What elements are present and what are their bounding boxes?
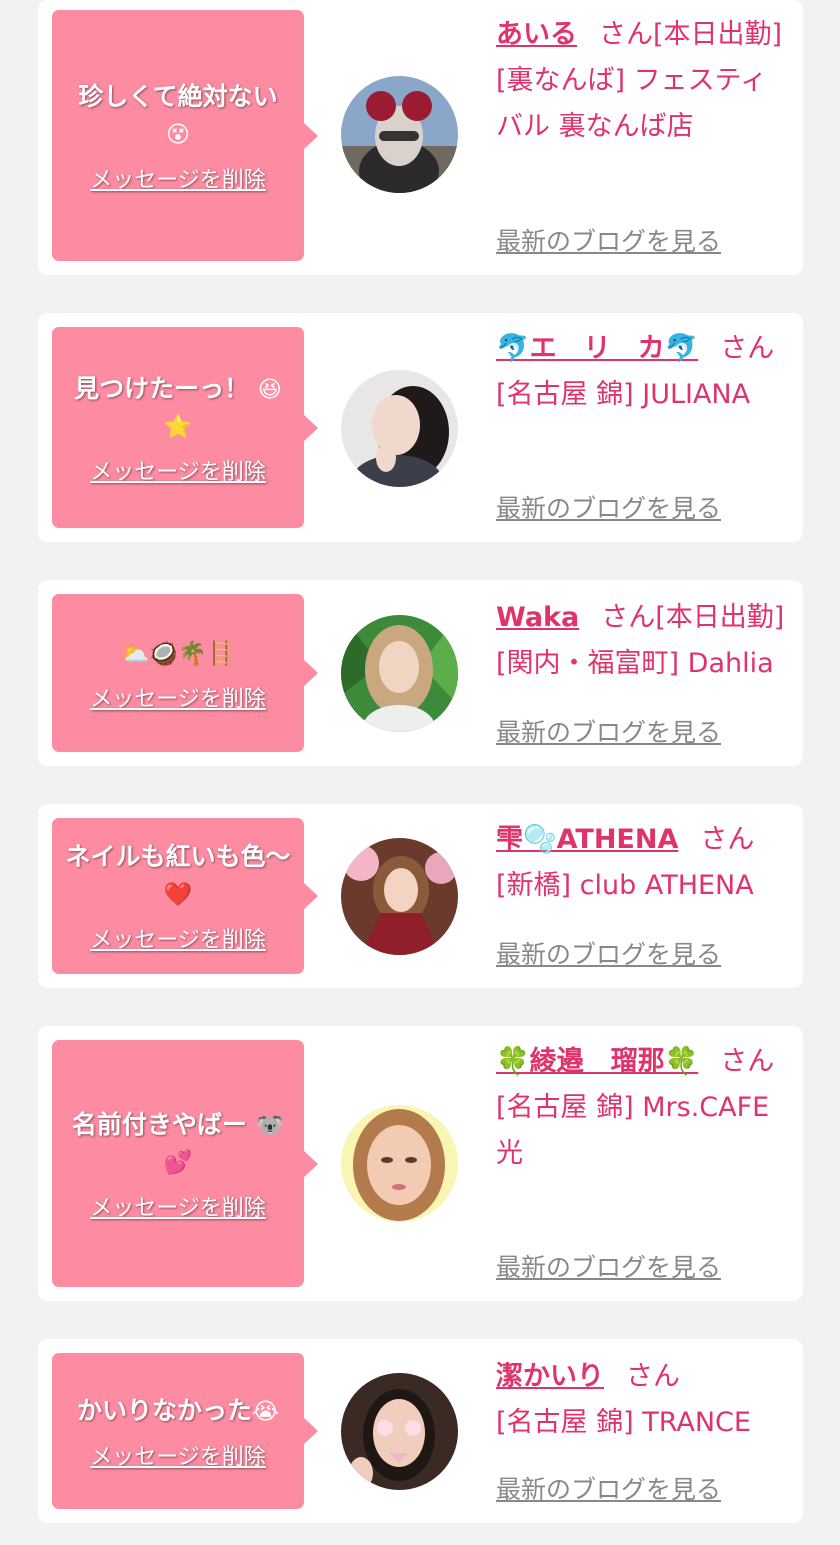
delete-message-link[interactable]: メッセージを削除 — [90, 922, 266, 954]
honorific: さん — [599, 19, 653, 50]
avatar[interactable] — [341, 1373, 458, 1490]
cast-name-link[interactable]: あいる — [496, 19, 577, 50]
cast-info: あいる さん[本日出勤] [裏なんば] フェスティバル 裏なんば店 — [496, 12, 791, 150]
message-text: ⛅🥥🌴🪜 — [121, 634, 236, 671]
store-info: [裏なんば] フェスティバル 裏なんば店 — [496, 65, 768, 142]
cast-info: 雫🫧ATHENA さん [新橋] club ATHENA — [496, 817, 791, 909]
cast-info: 🍀綾邉 瑠那🍀 さん [名古屋 錦] Mrs.CAFE 光 — [496, 1039, 791, 1177]
message-bubble: 名前付きやばー 🐨💕 メッセージを削除 — [52, 1040, 318, 1287]
message-text: 名前付きやばー 🐨💕 — [64, 1106, 292, 1180]
message-emoji: 😭 — [252, 1398, 279, 1425]
honorific: さん — [720, 333, 775, 364]
message-card: 見つけたーっ！ 😆⭐ メッセージを削除 🐬エ リ カ🐬 さん [名古屋 錦] JU… — [38, 313, 803, 542]
latest-blog-link[interactable]: 最新のブログを見る — [496, 935, 721, 971]
message-bubble: ⛅🥥🌴🪜 メッセージを削除 — [52, 594, 318, 752]
latest-blog-link[interactable]: 最新のブログを見る — [496, 1248, 721, 1284]
cast-name-link[interactable]: 雫🫧ATHENA — [496, 824, 678, 855]
latest-blog-link[interactable]: 最新のブログを見る — [496, 222, 721, 258]
honorific: さん — [720, 1046, 775, 1077]
store-info: [新橋] club ATHENA — [496, 870, 754, 901]
message-body: 見つけたーっ！ — [74, 373, 250, 403]
message-body: かいりなかった — [77, 1395, 253, 1425]
avatar[interactable] — [341, 838, 458, 955]
message-text: かいりなかった😭 — [77, 1392, 279, 1429]
honorific: さん — [626, 1361, 680, 1392]
message-card: ⛅🥥🌴🪜 メッセージを削除 Waka さん[本日出勤] [関内・福富町] Dahl… — [38, 580, 803, 766]
latest-blog-link[interactable]: 最新のブログを見る — [496, 713, 721, 749]
message-body: ネイルも紅いも色〜 — [65, 842, 291, 871]
message-text: ネイルも紅いも色〜 ❤️ — [64, 838, 292, 912]
store-info: [関内・福富町] Dahlia — [496, 648, 774, 679]
delete-message-link[interactable]: メッセージを削除 — [90, 1439, 266, 1471]
message-bubble: ネイルも紅いも色〜 ❤️ メッセージを削除 — [52, 818, 318, 974]
message-emoji: ⛅🥥🌴🪜 — [120, 640, 236, 667]
work-status: [本日出勤] — [653, 19, 783, 50]
cast-name-link[interactable]: 🍀綾邉 瑠那🍀 — [496, 1046, 698, 1077]
avatar[interactable] — [341, 370, 458, 487]
store-info: [名古屋 錦] Mrs.CAFE 光 — [496, 1092, 770, 1169]
message-bubble: 珍しくて絶対ない 😵 メッセージを削除 — [52, 10, 318, 261]
message-emoji: 😵 — [166, 121, 190, 148]
avatar[interactable] — [341, 76, 458, 193]
message-text: 珍しくて絶対ない 😵 — [78, 78, 277, 152]
cast-info: 🐬エ リ カ🐬 さん [名古屋 錦] JULIANA — [496, 326, 791, 418]
cast-name-link[interactable]: Waka — [496, 602, 579, 633]
latest-blog-link[interactable]: 最新のブログを見る — [496, 1470, 721, 1506]
honorific: さん — [601, 602, 656, 633]
message-body: 名前付きやばー — [71, 1109, 247, 1139]
message-body: 珍しくて絶対ない — [78, 81, 278, 111]
message-bubble: かいりなかった😭 メッセージを削除 — [52, 1353, 318, 1509]
cast-info: 潔かいり さん [名古屋 錦] TRANCE — [496, 1354, 791, 1446]
message-card: 名前付きやばー 🐨💕 メッセージを削除 🍀綾邉 瑠那🍀 さん [名古屋 錦] Mr… — [38, 1026, 803, 1301]
delete-message-link[interactable]: メッセージを削除 — [90, 162, 266, 194]
cast-name-link[interactable]: 潔かいり — [496, 1361, 604, 1392]
message-feed: 珍しくて絶対ない 😵 メッセージを削除 あいる さん[本日出勤] [裏なんば] フ… — [0, 0, 840, 1545]
message-card: かいりなかった😭 メッセージを削除 潔かいり さん [名古屋 錦] TRANCE … — [38, 1339, 803, 1523]
avatar[interactable] — [341, 1105, 458, 1222]
avatar[interactable] — [341, 615, 458, 732]
message-card: ネイルも紅いも色〜 ❤️ メッセージを削除 雫🫧ATHENA さん [新橋] cl… — [38, 804, 803, 988]
store-info: [名古屋 錦] JULIANA — [496, 379, 751, 410]
cast-info: Waka さん[本日出勤] [関内・福富町] Dahlia — [496, 595, 791, 687]
latest-blog-link[interactable]: 最新のブログを見る — [496, 489, 721, 525]
delete-message-link[interactable]: メッセージを削除 — [90, 681, 266, 713]
honorific: さん — [700, 824, 755, 855]
delete-message-link[interactable]: メッセージを削除 — [90, 454, 266, 486]
message-text: 見つけたーっ！ 😆⭐ — [64, 370, 292, 444]
delete-message-link[interactable]: メッセージを削除 — [90, 1190, 266, 1222]
message-card: 珍しくて絶対ない 😵 メッセージを削除 あいる さん[本日出勤] [裏なんば] フ… — [38, 0, 803, 275]
cast-name-link[interactable]: 🐬エ リ カ🐬 — [496, 333, 698, 364]
store-info: [名古屋 錦] TRANCE — [496, 1407, 751, 1438]
message-bubble: 見つけたーっ！ 😆⭐ メッセージを削除 — [52, 327, 318, 528]
message-emoji: ❤️ — [163, 882, 193, 908]
work-status: [本日出勤] — [655, 602, 785, 633]
